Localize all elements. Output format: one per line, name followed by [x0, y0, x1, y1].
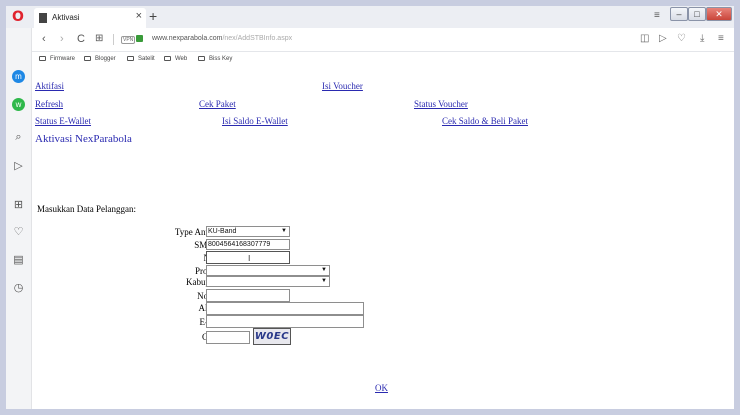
bookmark-label: Biss Key — [209, 56, 233, 63]
divider — [113, 34, 114, 45]
kabupaten-select[interactable]: ▼ — [206, 276, 330, 287]
browser-window: O Aktivasi × + ≡ – □ ✕ ‹ › C ⊞ VPN www.n… — [6, 6, 734, 409]
tab-aktivasi[interactable]: Aktivasi × — [34, 8, 146, 28]
folder-icon — [127, 56, 134, 61]
close-tab-icon[interactable]: × — [136, 10, 142, 22]
link-status-ewallet[interactable]: Status E-Wallet — [35, 116, 91, 126]
download-icon[interactable]: ⤓ — [700, 33, 704, 44]
minimize-button[interactable]: – — [670, 7, 688, 21]
heart-icon[interactable]: ♡ — [12, 226, 25, 239]
maximize-button[interactable]: □ — [688, 7, 706, 21]
bookmark-web[interactable]: Web — [164, 56, 187, 62]
bookmarks-bar: Firmware Blogger Satelit Web Biss Key — [32, 52, 734, 69]
captcha-input[interactable] — [206, 331, 250, 344]
tabs-grid-icon[interactable]: ⊞ — [95, 33, 103, 44]
reload-icon[interactable]: C — [77, 33, 85, 45]
text-cursor-icon: I — [248, 254, 251, 263]
new-tab-button[interactable]: + — [149, 8, 157, 24]
chevron-down-icon: ▼ — [321, 278, 327, 284]
messenger-icon[interactable]: m — [12, 70, 25, 83]
bookmark-satelit[interactable]: Satelit — [127, 56, 155, 62]
link-cek-paket[interactable]: Cek Paket — [199, 99, 236, 109]
search-icon[interactable]: ⌕ — [12, 131, 25, 144]
page-title: Aktivasi NexParabola — [35, 133, 132, 145]
history-icon[interactable]: ◷ — [12, 282, 25, 295]
bookmark-biss-key[interactable]: Biss Key — [198, 56, 232, 62]
type-antenna-value: KU-Band — [208, 228, 237, 235]
alamat-input[interactable] — [206, 302, 364, 315]
url-domain: www.nexparabola.com — [152, 35, 223, 42]
link-refresh[interactable]: Refresh — [35, 99, 63, 109]
opera-logo-icon[interactable]: O — [12, 10, 26, 24]
address-bar: ‹ › C ⊞ VPN www.nexparabola.com/nex/AddS… — [32, 28, 734, 52]
back-icon[interactable]: ‹ — [42, 33, 46, 45]
news-icon[interactable]: ▤ — [12, 254, 25, 267]
url-path: /nex/AddSTBInfo.aspx — [222, 35, 293, 42]
lock-icon[interactable] — [136, 35, 143, 42]
tab-menu-icon[interactable]: ≡ — [654, 10, 660, 21]
page-content: Aktifasi Isi Voucher Refresh Cek Paket S… — [32, 69, 734, 409]
link-status-voucher[interactable]: Status Voucher — [414, 99, 468, 109]
folder-icon — [198, 56, 205, 61]
bookmark-blogger[interactable]: Blogger — [84, 56, 116, 62]
type-antenna-select[interactable]: KU-Band ▼ — [206, 226, 290, 237]
speed-dial-icon[interactable]: ⊞ — [12, 199, 25, 212]
link-isi-voucher[interactable]: Isi Voucher — [322, 81, 363, 91]
send-icon[interactable]: ▷ — [659, 33, 667, 44]
chevron-down-icon: ▼ — [281, 228, 287, 234]
folder-icon — [39, 56, 46, 61]
bookmark-firmware[interactable]: Firmware — [39, 56, 75, 62]
bookmark-heart-icon[interactable]: ♡ — [677, 33, 686, 44]
snapshot-icon[interactable]: ◫ — [640, 33, 649, 44]
bookmark-label: Web — [175, 56, 188, 63]
close-window-button[interactable]: ✕ — [706, 7, 732, 21]
chevron-down-icon: ▼ — [321, 267, 327, 273]
captcha-image: W0EC — [253, 328, 291, 345]
ok-link[interactable]: OK — [375, 383, 388, 393]
bookmark-label: Blogger — [95, 56, 116, 63]
bookmark-label: Firmware — [50, 56, 75, 63]
player-icon[interactable]: ▷ — [12, 160, 25, 173]
folder-icon — [84, 56, 91, 61]
forward-icon[interactable]: › — [60, 33, 64, 45]
provinsi-select[interactable]: ▼ — [206, 265, 330, 276]
form-intro-text: Masukkan Data Pelanggan: — [37, 204, 136, 214]
easy-setup-icon[interactable]: ≡ — [718, 33, 724, 44]
tab-bar: O Aktivasi × + ≡ – □ ✕ — [6, 6, 734, 28]
link-aktifasi[interactable]: Aktifasi — [35, 81, 64, 91]
tab-title: Aktivasi — [52, 13, 80, 22]
link-isi-saldo-ewallet[interactable]: Isi Saldo E-Wallet — [222, 116, 288, 126]
sidebar: m w ⌕ ▷ ⊞ ♡ ▤ ◷ — [6, 28, 32, 409]
document-icon — [39, 13, 47, 23]
link-cek-saldo-beli-paket[interactable]: Cek Saldo & Beli Paket — [442, 116, 528, 126]
folder-icon — [164, 56, 171, 61]
url-field[interactable]: www.nexparabola.com/nex/AddSTBInfo.aspx — [152, 35, 292, 42]
smc-id-input[interactable]: 8004564168307779 — [206, 239, 290, 250]
email-input[interactable] — [206, 315, 364, 328]
no-tlp-input[interactable] — [206, 289, 290, 302]
bookmark-label: Satelit — [138, 56, 155, 63]
whatsapp-icon[interactable]: w — [12, 98, 25, 111]
vpn-badge[interactable]: VPN — [121, 36, 136, 44]
